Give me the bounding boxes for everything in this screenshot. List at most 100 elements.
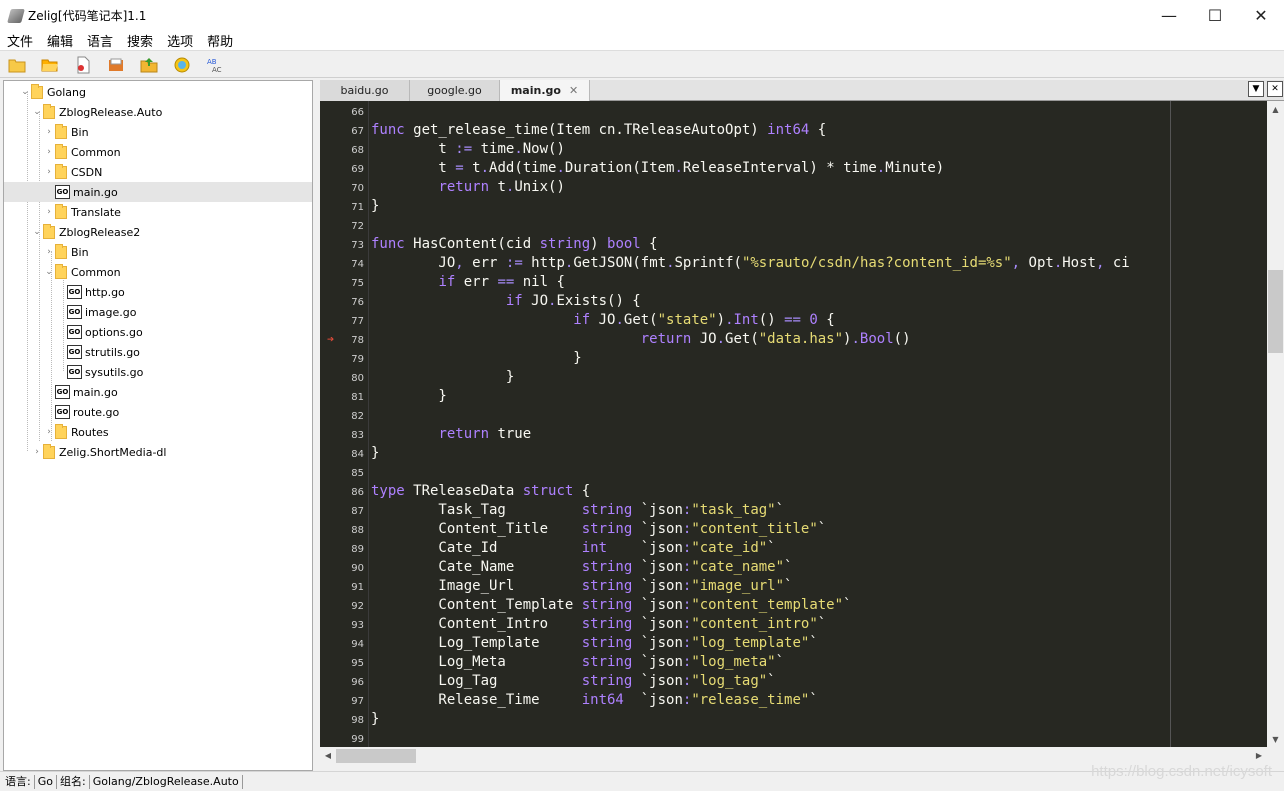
code-line: 90 Cate_Name string `json:"cate_name"` <box>320 558 1267 577</box>
code-keyword: string <box>581 578 633 594</box>
collapse-icon[interactable]: ⌄ <box>32 106 42 118</box>
code-keyword: if <box>438 274 456 290</box>
tree-item[interactable]: › Bin <box>4 122 312 142</box>
close-tab-button[interactable]: ✕ <box>1267 81 1283 97</box>
code-keyword: string <box>581 654 633 670</box>
scroll-right-icon[interactable]: ▶ <box>1251 747 1267 764</box>
tab-list-dropdown[interactable]: ▼ <box>1248 81 1264 97</box>
menu-edit[interactable]: 编辑 <box>40 31 80 50</box>
expand-icon[interactable]: › <box>44 146 54 158</box>
tree-item[interactable]: GO route.go <box>4 402 312 422</box>
tree-item-label: Bin <box>71 245 89 259</box>
expand-icon[interactable]: › <box>44 426 54 438</box>
expand-icon[interactable]: › <box>44 246 54 258</box>
menu-language[interactable]: 语言 <box>80 31 120 50</box>
vertical-scrollbar[interactable]: ▲ ▼ <box>1267 101 1284 747</box>
code-operator: . <box>514 141 523 157</box>
maximize-button[interactable]: ☐ <box>1192 0 1238 31</box>
line-number: 88 <box>351 525 364 536</box>
vertical-scroll-thumb[interactable] <box>1268 270 1283 353</box>
collapse-icon[interactable]: ⌄ <box>32 226 42 238</box>
tab-main-go[interactable]: main.go ✕ <box>500 80 590 101</box>
code-token: t <box>371 160 456 176</box>
menu-search[interactable]: 搜索 <box>120 31 160 50</box>
code-line: 66 <box>320 102 1267 121</box>
code-token: time <box>472 141 515 157</box>
tab-close-icon[interactable]: ✕ <box>569 84 578 97</box>
tree-item[interactable]: › Zelig.ShortMedia-dl <box>4 442 312 462</box>
collapse-icon[interactable]: ⌄ <box>20 86 30 98</box>
tree-item[interactable]: ⌄ Common <box>4 262 312 282</box>
menu-options[interactable]: 选项 <box>160 31 200 50</box>
status-group-value: Golang/ZblogRelease.Auto <box>90 774 243 789</box>
folder-up-icon[interactable] <box>140 56 158 74</box>
code-editor[interactable]: 66 67 func get_release_time(Item cn.TRelea… <box>320 101 1267 747</box>
tree-item[interactable]: GO strutils.go <box>4 342 312 362</box>
open-folder-icon[interactable] <box>41 56 59 74</box>
expand-icon[interactable]: › <box>44 206 54 218</box>
minimize-button[interactable]: — <box>1146 0 1192 31</box>
expand-icon[interactable]: › <box>44 126 54 138</box>
tree-item[interactable]: GO main.go <box>4 182 312 202</box>
document-icon[interactable] <box>74 56 92 74</box>
tree-item[interactable]: GO main.go <box>4 382 312 402</box>
horizontal-scrollbar[interactable]: ◀ ▶ <box>320 747 1267 764</box>
expand-icon[interactable]: › <box>44 166 54 178</box>
watermark: https://blog.csdn.net/icysoft <box>1091 763 1272 780</box>
code-operator: . <box>556 160 565 176</box>
splitter[interactable] <box>313 80 319 771</box>
scroll-left-icon[interactable]: ◀ <box>320 747 336 764</box>
line-number: 95 <box>351 658 364 669</box>
code-line: 99 <box>320 729 1267 747</box>
code-text: JO, err := http.GetJSON(fmt.Sprintf("%sr… <box>371 254 1129 273</box>
tab-google-go[interactable]: google.go <box>410 80 500 101</box>
collapse-icon[interactable]: ⌄ <box>44 266 54 278</box>
code-keyword: type <box>371 483 405 499</box>
code-token: Now() <box>522 141 565 157</box>
tree-item-label: ZblogRelease.Auto <box>59 105 163 119</box>
code-text: Content_Intro string `json:"content_intr… <box>371 615 826 634</box>
spellcheck-icon[interactable]: AB AC <box>206 56 224 74</box>
horizontal-scroll-thumb[interactable] <box>336 749 416 763</box>
tree-item[interactable]: ⌄ ZblogRelease.Auto <box>4 102 312 122</box>
code-token: `json <box>632 597 683 613</box>
line-number: 77 <box>351 316 364 327</box>
scroll-down-icon[interactable]: ▼ <box>1267 731 1284 747</box>
line-number: 70 <box>351 183 364 194</box>
settings-icon[interactable] <box>173 56 191 74</box>
tree-item[interactable]: GO options.go <box>4 322 312 342</box>
menu-help[interactable]: 帮助 <box>200 31 240 50</box>
new-folder-icon[interactable] <box>8 56 26 74</box>
expand-icon[interactable]: › <box>32 446 42 458</box>
tree-item[interactable]: › Bin <box>4 242 312 262</box>
tree-item[interactable]: GO sysutils.go <box>4 362 312 382</box>
tree-item[interactable]: GO image.go <box>4 302 312 322</box>
close-button[interactable]: ✕ <box>1238 0 1284 31</box>
tab-baidu-go[interactable]: baidu.go <box>320 80 410 101</box>
code-token: Content_Intro <box>371 616 582 632</box>
tree-item[interactable]: ⌄ Golang <box>4 82 312 102</box>
menu-file[interactable]: 文件 <box>0 31 40 50</box>
status-language-value: Go <box>35 774 57 789</box>
code-token: ` <box>775 502 785 518</box>
code-operator: . <box>725 312 734 328</box>
go-file-icon: GO <box>67 365 82 379</box>
code-token: `json <box>632 559 683 575</box>
save-icon[interactable] <box>107 56 125 74</box>
tree-item[interactable]: › Translate <box>4 202 312 222</box>
tree-item[interactable]: › Routes <box>4 422 312 442</box>
code-token: ReleaseInterval) * time <box>682 160 877 176</box>
scroll-up-icon[interactable]: ▲ <box>1267 101 1284 117</box>
code-text: } <box>371 387 446 406</box>
code-token: Content_Template <box>371 597 582 613</box>
code-keyword: string <box>581 559 633 575</box>
tree-item[interactable]: GO http.go <box>4 282 312 302</box>
tree-item[interactable]: › CSDN <box>4 162 312 182</box>
code-token: ` <box>843 597 852 613</box>
line-number: 93 <box>351 620 364 631</box>
tree-item[interactable]: › Common <box>4 142 312 162</box>
tree-item[interactable]: ⌄ ZblogRelease2 <box>4 222 312 242</box>
svg-text:AB: AB <box>207 58 217 66</box>
code-text: Task_Tag string `json:"task_tag"` <box>371 501 784 520</box>
